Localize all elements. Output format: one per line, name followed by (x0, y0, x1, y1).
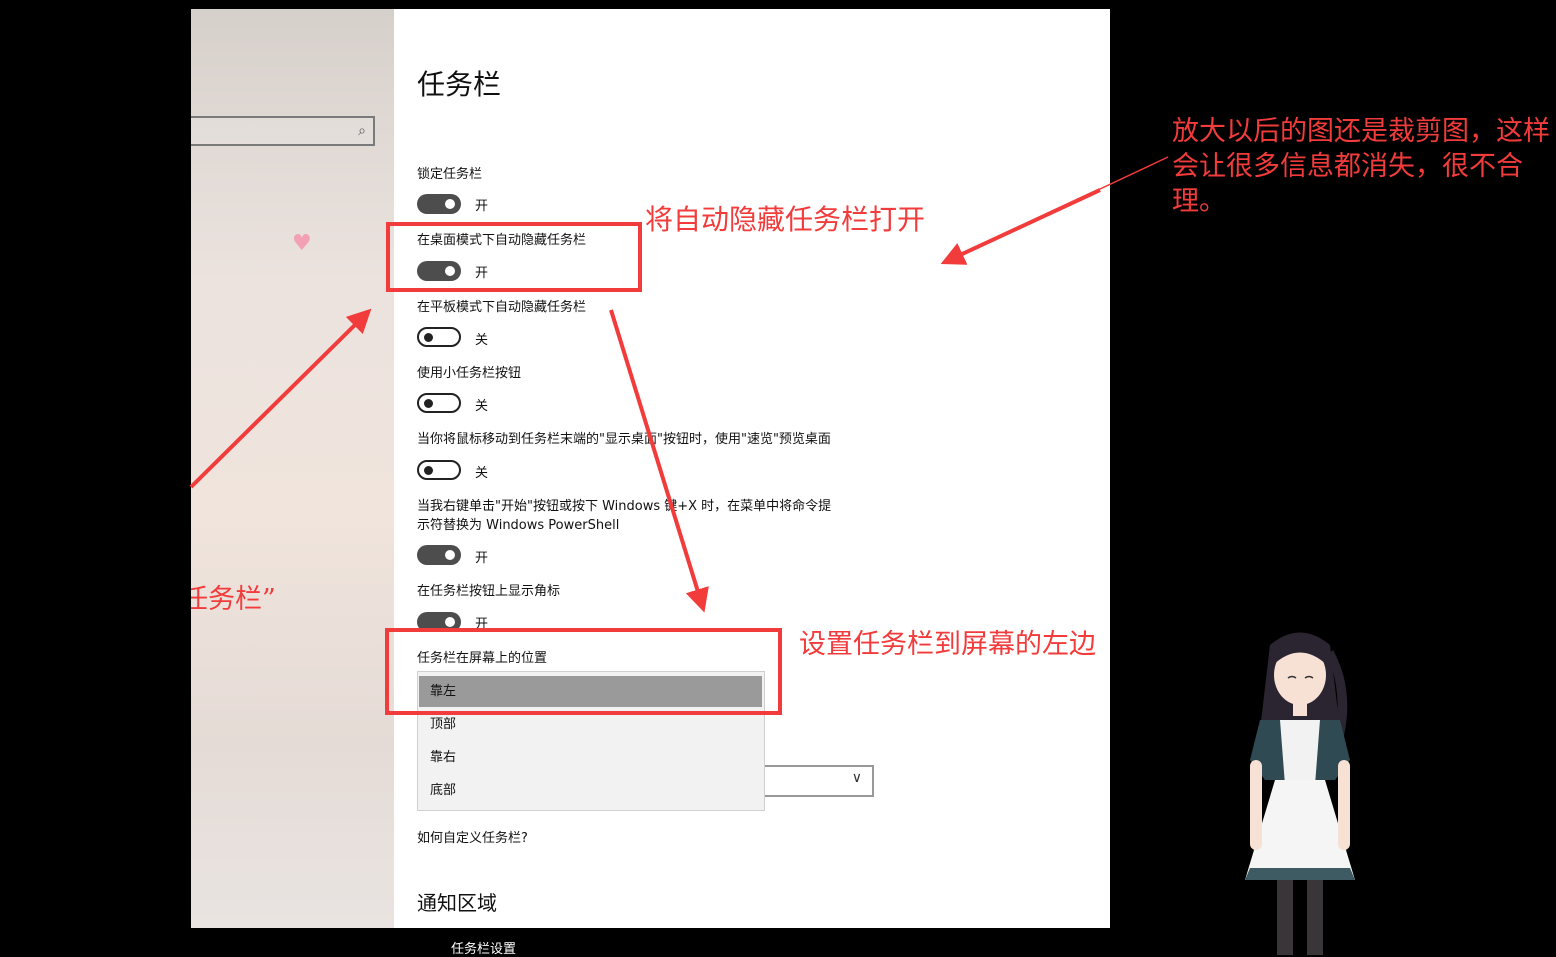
arrow-to-sidebar (189, 308, 372, 489)
arrow-comment (940, 188, 1101, 265)
arrow-to-position (609, 309, 709, 613)
anime-character-illustration (1245, 632, 1355, 955)
